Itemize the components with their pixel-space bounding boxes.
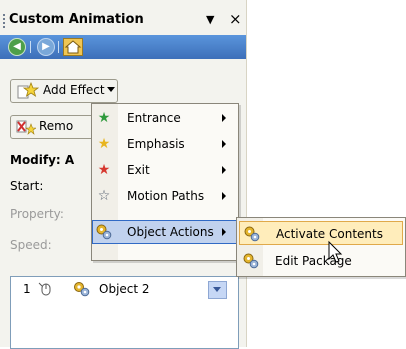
menu-item-label: Emphasis: [127, 137, 185, 151]
menu-item-motion-paths[interactable]: ☆ Motion Paths: [92, 184, 238, 208]
submenu-arrow-icon: [222, 192, 226, 200]
pane-menu-arrow-icon[interactable]: ▼: [206, 13, 214, 26]
add-effect-icon: [17, 82, 39, 99]
remove-button[interactable]: Remo: [10, 115, 98, 139]
list-item[interactable]: 1 Object 2: [11, 279, 236, 299]
submenu-arrow-icon: [222, 140, 226, 148]
object-actions-submenu: Activate Contents Edit Package: [236, 217, 406, 277]
forward-icon[interactable]: ▶: [37, 38, 55, 56]
outline-star-icon: ☆: [97, 188, 111, 204]
pane-title: Custom Animation: [9, 12, 144, 27]
add-effect-button[interactable]: Add Effect: [10, 79, 118, 103]
menu-item-edit-package[interactable]: Edit Package: [239, 249, 403, 273]
home-icon[interactable]: [63, 38, 83, 56]
menu-item-object-actions[interactable]: Object Actions: [92, 220, 238, 244]
menu-item-label: Exit: [127, 163, 150, 177]
pane-titlebar: Custom Animation ▼ ×: [0, 9, 246, 33]
property-label: Property:: [10, 207, 64, 221]
red-star-icon: ★: [97, 162, 111, 178]
menu-item-entrance[interactable]: ★ Entrance: [92, 106, 238, 130]
modify-heading: Modify: A: [10, 153, 75, 167]
add-effect-menu: ★ Entrance ★ Emphasis ★ Exit ☆ Motion Pa…: [91, 103, 239, 261]
gears-icon: [243, 253, 259, 269]
pane-navigation-bar: ◀ ▶: [0, 35, 246, 59]
speed-label: Speed:: [10, 238, 52, 252]
menu-item-emphasis[interactable]: ★ Emphasis: [92, 132, 238, 156]
gears-icon: [74, 282, 90, 297]
animation-order-list[interactable]: 1 Object 2: [10, 276, 239, 349]
menu-item-exit[interactable]: ★ Exit: [92, 158, 238, 182]
item-order-number: 1: [23, 282, 31, 296]
menu-item-activate-contents[interactable]: Activate Contents: [239, 221, 403, 245]
menu-item-label: Entrance: [127, 111, 181, 125]
close-icon[interactable]: ×: [229, 10, 242, 28]
submenu-arrow-icon: [222, 114, 226, 122]
add-effect-label: Add Effect: [43, 83, 105, 97]
submenu-arrow-icon: [222, 166, 226, 174]
chevron-down-icon: [107, 87, 115, 92]
remove-label: Remo: [39, 119, 74, 133]
mouse-pointer-icon: [328, 240, 343, 263]
submenu-arrow-icon: [222, 228, 226, 236]
gears-icon: [244, 226, 260, 242]
mouse-click-icon: [38, 282, 51, 296]
item-object-name: Object 2: [99, 282, 150, 296]
menu-item-label: Object Actions: [127, 225, 214, 239]
gears-icon: [96, 224, 112, 240]
item-options-dropdown-icon[interactable]: [208, 281, 227, 299]
house-glyph: [64, 40, 82, 54]
pane-grip[interactable]: [3, 14, 5, 28]
nav-separator: [58, 41, 59, 53]
green-star-icon: ★: [97, 110, 111, 126]
nav-separator: [30, 41, 31, 53]
menu-item-label: Motion Paths: [127, 189, 205, 203]
yellow-star-icon: ★: [97, 136, 111, 152]
remove-effect-icon: [16, 120, 36, 135]
start-label: Start:: [10, 179, 44, 193]
menu-item-label: Activate Contents: [276, 227, 383, 241]
back-icon[interactable]: ◀: [8, 38, 26, 56]
